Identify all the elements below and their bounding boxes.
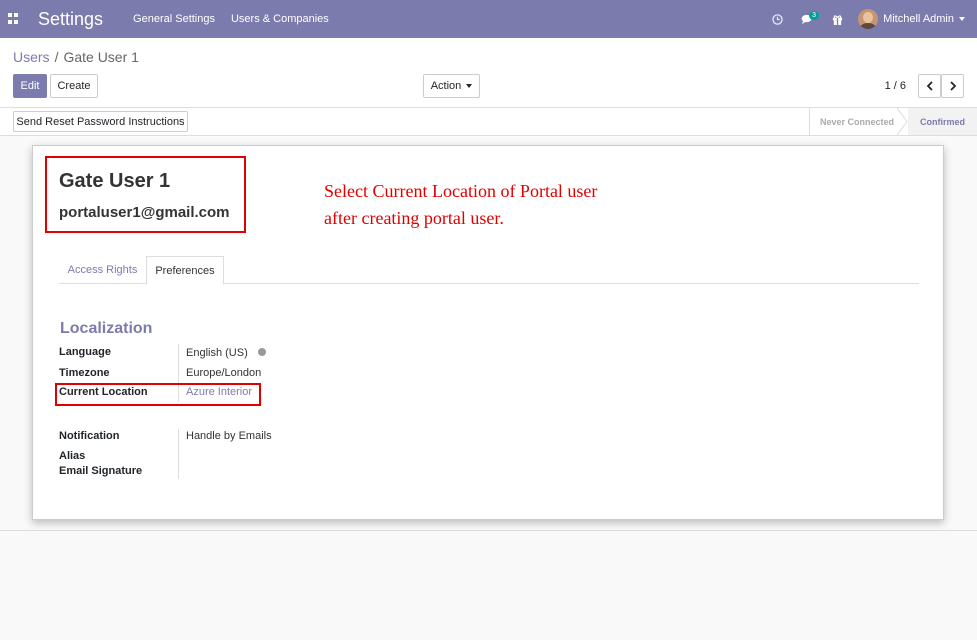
breadcrumb: Users / Gate User 1: [13, 49, 139, 65]
gift-icon[interactable]: [822, 0, 852, 38]
form-sheet: Gate User 1 portaluser1@gmail.com Select…: [32, 145, 944, 520]
form-statusbar: Send Reset Password Instructions Never C…: [0, 108, 977, 136]
section-title-localization: Localization: [60, 320, 153, 337]
menu-users-companies[interactable]: Users & Companies: [231, 13, 329, 25]
stage-confirmed: Confirmed: [908, 108, 977, 135]
pager-value[interactable]: 1 / 6: [885, 80, 906, 92]
create-button[interactable]: Create: [50, 74, 98, 98]
chevron-down-icon: [466, 84, 473, 88]
email-signature-label: Email Signature: [59, 465, 143, 477]
field-divider: [178, 429, 179, 479]
top-navbar: Settings General Settings Users & Compan…: [0, 0, 977, 38]
tab-preferences[interactable]: Preferences: [146, 256, 224, 285]
current-location-label: Current Location: [59, 386, 148, 398]
notification-value: Handle by Emails: [186, 430, 272, 442]
globe-icon[interactable]: [257, 348, 266, 357]
activity-clock-icon[interactable]: [762, 0, 792, 38]
chevron-right-icon: [949, 81, 956, 91]
user-name: Mitchell Admin: [883, 13, 954, 25]
action-label: Action: [430, 80, 462, 92]
pager-previous-button[interactable]: [918, 74, 941, 98]
timezone-label: Timezone: [59, 367, 110, 379]
annotation-text: Select Current Location of Portal user a…: [324, 178, 597, 232]
form-tabs: Access Rights Preferences: [59, 256, 919, 285]
chevron-down-icon: [959, 17, 965, 21]
breadcrumb-separator: /: [54, 49, 59, 65]
notification-label: Notification: [59, 430, 120, 442]
breadcrumb-users-link[interactable]: Users: [13, 49, 50, 65]
alias-label: Alias: [59, 450, 86, 462]
timezone-value: Europe/London: [186, 367, 262, 379]
app-title: Settings: [38, 8, 104, 29]
apps-grid-icon[interactable]: [8, 13, 20, 25]
pager-next-button[interactable]: [941, 74, 964, 98]
chevron-left-icon: [926, 81, 933, 91]
title-highlight-box: [45, 156, 246, 233]
language-label: Language: [59, 346, 111, 358]
send-reset-password-button[interactable]: Send Reset Password Instructions: [13, 111, 188, 132]
user-menu[interactable]: Mitchell Admin: [852, 9, 977, 29]
user-name-title: Gate User 1: [59, 170, 171, 192]
language-text: English (US): [186, 347, 248, 359]
user-avatar: [858, 9, 879, 29]
menu-general-settings[interactable]: General Settings: [133, 13, 215, 25]
messages-badge: 3: [809, 11, 819, 20]
edit-button[interactable]: Edit: [13, 74, 47, 98]
annotation-line-1: Select Current Location of Portal user: [324, 181, 598, 201]
navbar-right: 3 Mitchell Admin: [762, 0, 977, 38]
language-value[interactable]: English (US): [186, 347, 266, 359]
user-login-email: portaluser1@gmail.com: [59, 204, 230, 221]
annotation-line-2: after creating portal user.: [324, 208, 504, 228]
action-dropdown[interactable]: Action: [423, 74, 480, 98]
control-panel: Users / Gate User 1 Edit Create Action 1 /…: [0, 38, 977, 108]
breadcrumb-current: Gate User 1: [63, 49, 139, 65]
tab-access-rights[interactable]: Access Rights: [59, 256, 146, 284]
messages-icon[interactable]: 3: [792, 0, 822, 38]
stage-never-connected: Never Connected: [809, 108, 904, 135]
current-location-value[interactable]: Azure Interior: [186, 386, 252, 398]
